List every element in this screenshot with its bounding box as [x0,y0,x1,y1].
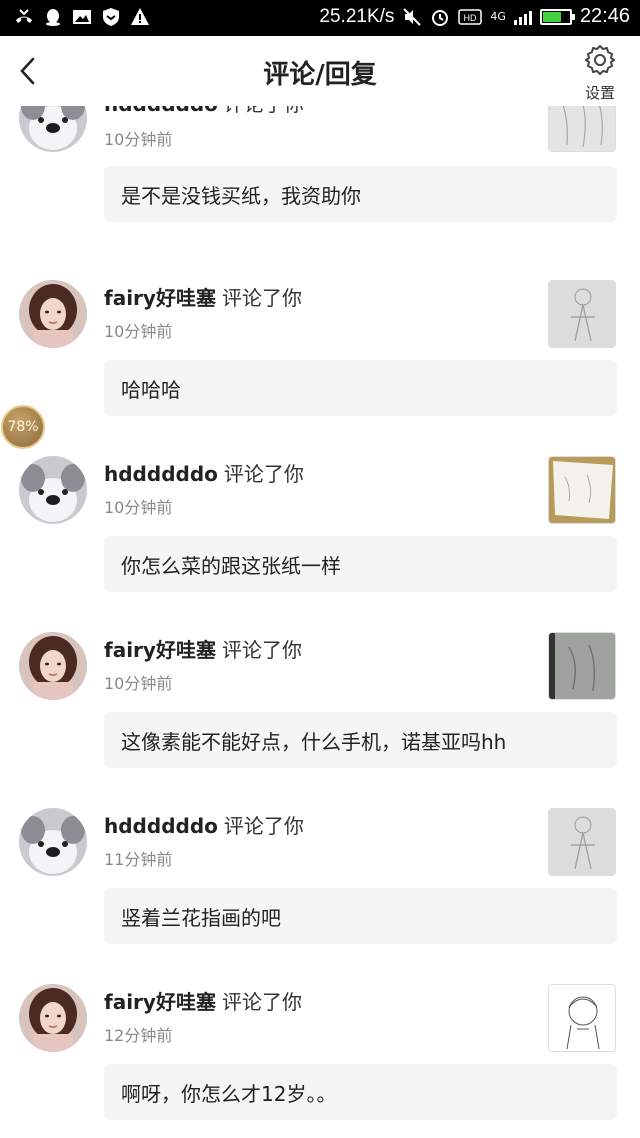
comment-time: 11分钟前 [104,850,173,869]
floating-progress-badge[interactable]: 78% [1,405,45,449]
comment-time: 10分钟前 [104,322,173,341]
commenter-name[interactable]: fairy好哇塞 [104,990,216,1014]
comment-action: 评论了你 [221,286,302,310]
comment-item[interactable]: hddddddo 评论了你 10分钟前 是不是没钱买纸，我资助你 [0,106,640,280]
comment-action: 评论了你 [221,990,302,1014]
comment-action: 评论了你 [221,638,302,662]
avatar[interactable] [19,808,87,876]
comment-header: fairy好哇塞 评论了你 [104,282,302,311]
battery-icon [539,8,575,25]
girl-avatar-image [19,280,87,348]
avatar[interactable] [19,984,87,1052]
app-header: 评论/回复 设置 [0,36,640,106]
image-icon [72,7,92,27]
page-title: 评论/回复 [263,60,377,90]
comment-action: 评论了你 [223,462,304,486]
comment-item[interactable]: hddddddo 评论了你 11分钟前 竖着兰花指画的吧 [0,808,640,984]
svg-text:HD: HD [464,13,477,23]
comment-text[interactable]: 你怎么菜的跟这张纸一样 [104,536,617,592]
comment-text[interactable]: 竖着兰花指画的吧 [104,888,617,944]
post-thumbnail[interactable] [548,106,616,152]
post-thumbnail[interactable] [548,984,616,1052]
comment-action: 评论了你 [224,106,304,116]
notification-icons [14,7,150,27]
signal-icon [513,9,532,25]
comment-text[interactable]: 啊呀，你怎么才12岁。。 [104,1064,617,1120]
alarm-icon [430,7,450,27]
post-thumbnail[interactable] [548,808,616,876]
commenter-name[interactable]: fairy好哇塞 [104,638,216,662]
comment-item[interactable]: fairy好哇塞 评论了你 10分钟前 这像素能不能好点，什么手机，诺基亚吗hh [0,632,640,808]
mute-icon [402,7,422,27]
missed-call-icon [14,7,34,27]
post-thumbnail[interactable] [548,456,616,524]
commenter-name[interactable]: hddddddo [104,462,218,486]
system-indicators: 25.21K/s HD 4G 22:46 [319,5,630,28]
avatar[interactable] [19,106,87,152]
qq-icon [43,7,63,27]
comment-text[interactable]: 是不是没钱买纸，我资助你 [104,166,617,222]
girl-avatar-image [19,984,87,1052]
comment-header: hddddddo评论了你 [104,810,304,839]
network-type: 4G [490,10,506,23]
comment-item[interactable]: fairy好哇塞 评论了你 10分钟前 哈哈哈 [0,280,640,456]
settings-button[interactable]: 设置 [580,44,620,102]
comment-header: hddddddo评论了你 [104,458,304,487]
comment-time: 10分钟前 [104,674,173,693]
comment-list[interactable]: hddddddo评论了你 10分钟前 是不是没钱买纸，我资助你 fairy好哇塞… [0,106,640,1138]
shield-icon [101,7,121,27]
avatar[interactable] [19,632,87,700]
husky-avatar-image [19,808,87,876]
clock: 22:46 [579,5,630,27]
comment-item[interactable]: hddddddo 评论了你 10分钟前 你怎么菜的跟这张纸一样 [0,456,640,632]
comment-time: 10分钟前 [104,498,173,517]
post-thumbnail[interactable] [548,280,616,348]
hd-icon: HD [458,7,483,27]
post-thumbnail[interactable] [548,632,616,700]
commenter-name[interactable]: fairy好哇塞 [104,286,216,310]
husky-avatar-image [19,456,87,524]
avatar[interactable] [19,280,87,348]
comment-text[interactable]: 这像素能不能好点，什么手机，诺基亚吗hh [104,712,617,768]
gear-icon [585,45,615,75]
battery-level [542,11,562,22]
comment-time: 10分钟前 [104,130,173,149]
comment-header: fairy好哇塞 评论了你 [104,634,302,663]
settings-label: 设置 [584,84,615,102]
status-bar: 25.21K/s HD 4G 22:46 [0,0,640,36]
comment-text[interactable]: 哈哈哈 [104,360,617,416]
commenter-name[interactable]: hddddddo [104,106,218,116]
comment-action: 评论了你 [223,814,304,838]
comment-header: hddddddo 评论了你 [104,106,304,117]
comment-header: fairy好哇塞 评论了你 [104,986,302,1015]
avatar[interactable] [19,456,87,524]
commenter-name[interactable]: hddddddo [104,814,218,838]
net-speed: 25.21K/s [319,5,395,27]
warning-icon [130,7,150,27]
girl-avatar-image [19,632,87,700]
husky-avatar-image [19,106,87,152]
comment-item[interactable]: fairy好哇塞 评论了你 12分钟前 啊呀，你怎么才12岁。。 [0,984,640,1138]
comment-time: 12分钟前 [104,1026,173,1045]
